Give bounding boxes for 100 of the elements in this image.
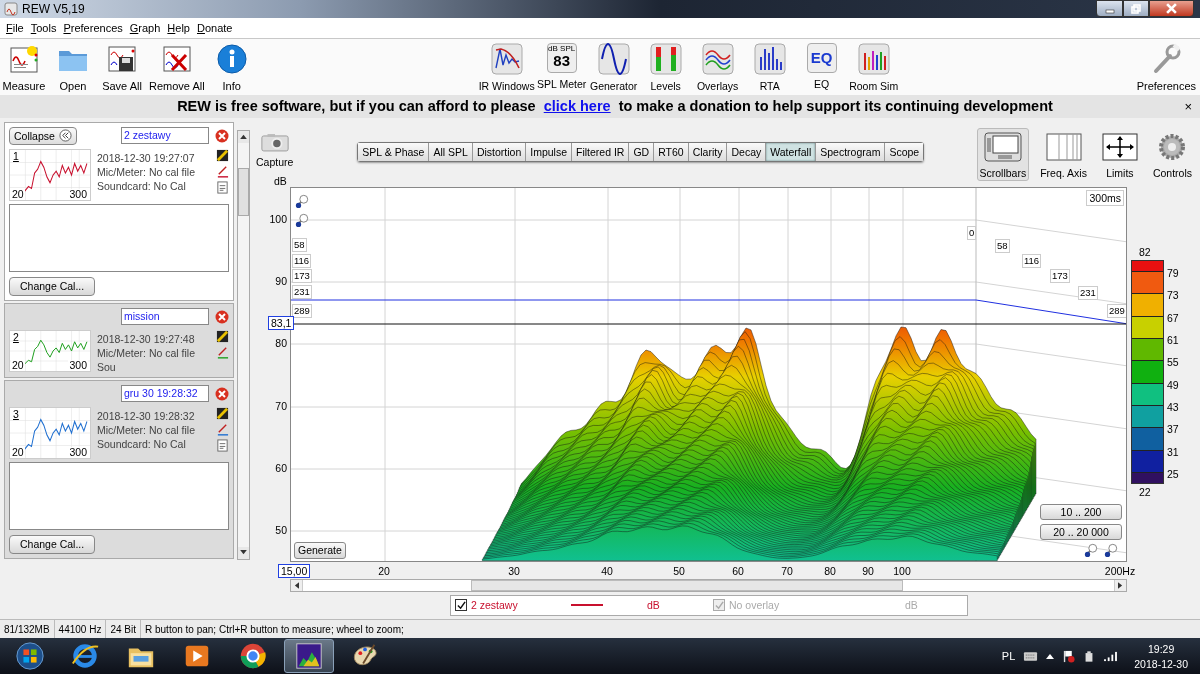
measurement-number: 2 — [13, 331, 19, 343]
graph-tab[interactable]: All SPL — [429, 142, 473, 161]
eq-button[interactable]: EQ EQ — [796, 42, 847, 92]
scale-label: 61 — [1167, 333, 1179, 346]
horizontal-scrollbar[interactable] — [290, 578, 1127, 592]
donation-link[interactable]: click here — [543, 98, 611, 115]
soundcard-cal: Soundcard: No Cal — [97, 179, 187, 192]
graph-tab[interactable]: GD — [629, 142, 655, 161]
range-button[interactable]: 20 .. 20 000 — [1040, 523, 1122, 540]
response-thumbnail[interactable]: 1 20 300 — [9, 148, 91, 201]
scale-max-label: 82 — [1139, 245, 1151, 258]
measurement-card[interactable]: gru 30 19:28:32 3 20 300 2018-12-30 19:28:32 Mic/Meter: No cal file Soundcard: No Cal Change Cal... — [4, 379, 234, 559]
scroll-down-button[interactable] — [238, 546, 249, 559]
time-label: 58 — [292, 237, 307, 252]
taskbar-app[interactable] — [284, 639, 334, 673]
save-all-button[interactable]: Save All — [100, 42, 144, 92]
notes-field[interactable] — [9, 203, 229, 272]
generate-button[interactable]: Generate — [294, 541, 346, 559]
limits-button[interactable]: Limits — [1097, 127, 1142, 181]
menu-item[interactable]: Preferences — [63, 21, 123, 34]
y-tick-label: 60 — [275, 461, 287, 474]
stripe-icon — [216, 148, 229, 162]
notes-field[interactable] — [9, 461, 229, 530]
scroll-right-button[interactable] — [1114, 579, 1126, 591]
window-frame-icon — [983, 129, 1022, 164]
measurement-number: 1 — [13, 150, 19, 162]
generator-button[interactable]: Generator — [588, 42, 639, 92]
soundcard-cal: Sou — [97, 360, 117, 373]
wave-lines-icon — [701, 42, 734, 75]
graph-tab[interactable]: Distortion — [472, 142, 527, 161]
check-icon — [714, 600, 724, 610]
name-field[interactable]: gru 30 19:28:32 — [121, 385, 209, 403]
time-window-label: 300ms — [1086, 189, 1124, 206]
measurement-card[interactable]: mission 2 20 300 2018-12-30 19:27:48 Mic/Meter: No cal file Sou — [4, 302, 234, 378]
minimize-button[interactable] — [1096, 0, 1123, 17]
change-cal-button[interactable]: Change Cal... — [9, 276, 96, 296]
axis-start-field[interactable]: 15,00 — [278, 563, 311, 578]
app-icon — [4, 2, 18, 16]
rta-button[interactable]: RTA — [744, 42, 795, 92]
stripe-icon — [216, 329, 229, 343]
checkbox[interactable] — [455, 599, 467, 612]
zoom-out-icon — [1084, 542, 1098, 557]
x-tick-label: 60 — [732, 564, 744, 577]
info-button[interactable]: Info — [209, 42, 254, 92]
bar-chart-icon — [753, 42, 786, 75]
ir-windows-button[interactable]: IR Windows — [478, 42, 535, 92]
scrollbars-button[interactable]: Scrollbars — [976, 127, 1030, 181]
freq-axis-button[interactable]: Freq. Axis — [1037, 127, 1090, 181]
name-field[interactable]: 2 zestawy — [121, 127, 209, 145]
response-thumbnail[interactable]: 3 20 300 — [9, 406, 91, 459]
menu-item[interactable]: File — [6, 21, 24, 34]
graph-tab[interactable]: Scope — [885, 142, 924, 161]
scrollbar[interactable] — [237, 129, 250, 560]
close-button[interactable] — [1149, 0, 1194, 17]
graph-tab[interactable]: SPL & Phase — [358, 142, 430, 161]
clock-date[interactable]: 2018-12-30 — [1134, 657, 1188, 670]
overlays-button[interactable]: Overlays — [692, 42, 743, 92]
browser-ring-icon — [70, 641, 100, 671]
response-thumbnail[interactable]: 2 20 300 — [9, 329, 91, 372]
time-label: 58 — [995, 238, 1010, 253]
range-button[interactable]: 10 .. 200 — [1040, 503, 1122, 520]
graph-tab[interactable]: RT60 — [654, 142, 689, 161]
measurement-card[interactable]: Collapse 2 zestawy 1 20 300 2018-12-30 19:27:07 Mic/Meter: No cal file Soundcard: No Cal Change Cal... — [4, 121, 234, 301]
graph-tab[interactable]: Spectrogram — [816, 142, 886, 161]
name-field[interactable]: mission — [121, 308, 209, 326]
remove-all-button[interactable]: Remove All — [149, 42, 205, 92]
graph-tab[interactable]: Waterfall — [766, 142, 817, 161]
scroll-up-button[interactable] — [238, 130, 249, 143]
preferences-button[interactable]: Preferences — [1136, 42, 1196, 92]
graph-tab[interactable]: Decay — [727, 142, 767, 161]
mic-cal: Mic/Meter: No cal file — [97, 165, 197, 178]
change-cal-button[interactable]: Change Cal... — [9, 534, 96, 554]
clock-time[interactable]: 19:29 — [1148, 642, 1175, 655]
controls-button[interactable]: Controls — [1149, 127, 1195, 181]
scroll-thumb[interactable] — [238, 167, 249, 216]
collapse-button[interactable]: Collapse — [9, 126, 77, 145]
restore-button[interactable] — [1123, 0, 1149, 17]
room-sim-button[interactable]: Room Sim — [848, 42, 899, 92]
capture-button[interactable]: Capture — [256, 132, 294, 168]
graph-tab[interactable]: Clarity — [688, 142, 728, 161]
open-button[interactable]: Open — [51, 42, 95, 92]
color-bars-icon — [857, 42, 890, 75]
waterfall-tile-icon — [294, 641, 324, 671]
menu-item[interactable]: Graph — [129, 21, 161, 34]
waterfall-plot[interactable]: 58 116 173 231 289 0 58 116 173 231 289 300ms 10 .. 200 20 .. 20 000 Generate — [290, 186, 1127, 562]
graph-tab[interactable]: Filtered IR — [572, 142, 630, 161]
graph-tab[interactable]: Impulse — [526, 142, 572, 161]
menu-item[interactable]: Help — [167, 21, 190, 34]
scroll-thumb[interactable] — [471, 579, 903, 591]
menu-item[interactable]: Tools — [30, 21, 57, 34]
scroll-left-button[interactable] — [291, 579, 303, 591]
language-indicator[interactable]: PL — [1001, 650, 1016, 662]
close-icon — [215, 128, 229, 143]
levels-button[interactable]: Levels — [640, 42, 691, 92]
zoom-in-icon — [295, 193, 309, 208]
menu-item[interactable]: Donate — [197, 21, 233, 34]
close-button[interactable]: × — [1184, 98, 1192, 114]
y-tick-label: 80 — [275, 336, 287, 349]
spl-meter-button[interactable]: dB SPL 83 SPL Meter — [536, 42, 587, 92]
measure-button[interactable]: Measure — [2, 42, 46, 92]
